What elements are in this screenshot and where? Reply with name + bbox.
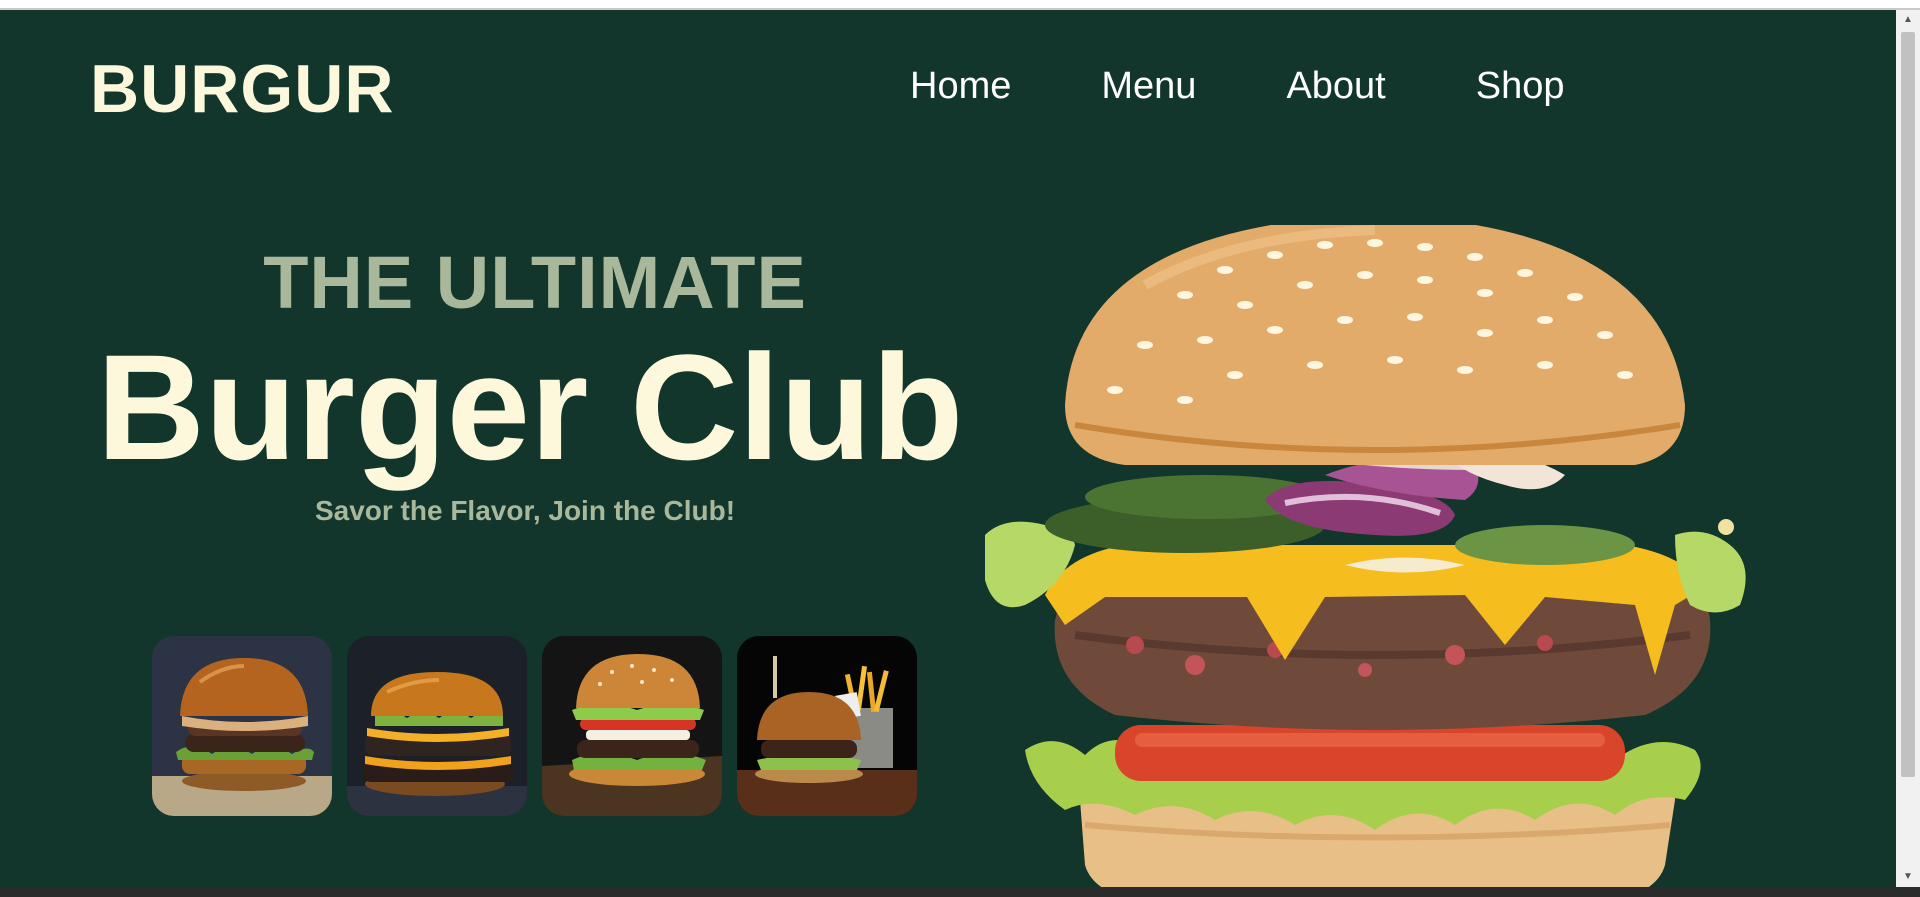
thumbnail-double-burger[interactable] xyxy=(347,636,527,816)
scroll-up-icon[interactable]: ▲ xyxy=(1896,10,1920,30)
nav-home[interactable]: Home xyxy=(910,65,1011,108)
thumbnail-burger-fries[interactable] xyxy=(737,636,917,816)
scroll-thumb[interactable] xyxy=(1901,32,1915,777)
thumbnail-gallery xyxy=(152,636,917,816)
nav-shop[interactable]: Shop xyxy=(1476,65,1565,108)
browser-top-edge xyxy=(0,0,1920,10)
hero-eyebrow: THE ULTIMATE xyxy=(263,241,807,324)
taskbar-edge xyxy=(0,887,1920,897)
thumbnail-cheeseburger[interactable] xyxy=(152,636,332,816)
nav-about[interactable]: About xyxy=(1286,65,1385,108)
cheeseburger-photo-icon xyxy=(152,636,332,816)
main-nav: Home Menu About Shop xyxy=(910,65,1565,108)
hero-burger-image xyxy=(985,225,1746,887)
burger-with-fries-photo-icon xyxy=(737,636,917,816)
hero-tagline: Savor the Flavor, Join the Club! xyxy=(314,495,736,526)
classic-burger-photo-icon xyxy=(542,636,722,816)
double-burger-photo-icon xyxy=(347,636,527,816)
landing-page: BURGUR Home Menu About Shop THE ULTIMATE… xyxy=(0,10,1896,887)
nav-menu[interactable]: Menu xyxy=(1101,65,1196,108)
thumbnail-classic-burger[interactable] xyxy=(542,636,722,816)
vertical-scrollbar[interactable]: ▲ ▼ xyxy=(1896,10,1920,887)
scroll-down-icon[interactable]: ▼ xyxy=(1896,867,1920,887)
hero-headline: Burger Club xyxy=(96,323,964,491)
brand-logo[interactable]: BURGUR xyxy=(90,50,394,128)
